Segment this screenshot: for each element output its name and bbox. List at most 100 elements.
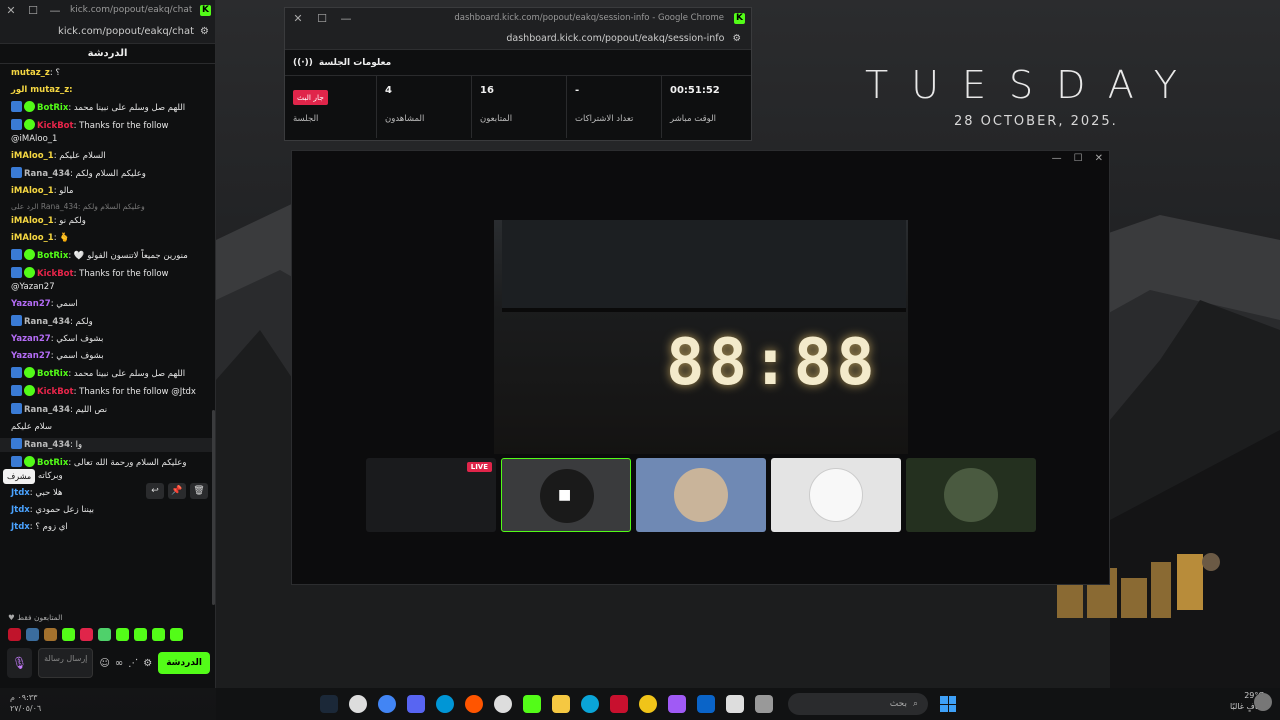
chat-input[interactable]: إرسال رسالة — [38, 648, 94, 678]
verified-badge-icon[interactable] — [24, 456, 35, 467]
emote-icon[interactable] — [26, 628, 39, 641]
chat-username[interactable]: Rana_434 — [24, 169, 70, 179]
participant-tile[interactable] — [906, 458, 1036, 532]
moderator-badge-icon[interactable] — [11, 267, 22, 278]
chat-send-button[interactable]: الدردشة — [158, 652, 210, 674]
hp-icon[interactable] — [436, 695, 454, 713]
chat-username[interactable]: Jtdx — [11, 505, 30, 515]
chat-username[interactable]: iMAloo_1 — [11, 151, 54, 161]
windows-start-icon[interactable] — [940, 696, 956, 712]
infinity-icon[interactable]: ∞ — [115, 658, 123, 669]
chat-username[interactable]: iMAloo_1 — [11, 233, 54, 243]
maximize-icon[interactable]: ☐ — [26, 4, 40, 17]
minimize-icon[interactable]: — — [1052, 151, 1062, 167]
chat-message[interactable]: Yazan27: بشوف اسمي — [11, 350, 206, 363]
chat-message[interactable]: سلام عليكم — [11, 421, 206, 434]
chat-message[interactable]: iMAloo_1: السلام عليكم — [11, 150, 206, 163]
verified-badge-icon[interactable] — [24, 385, 35, 396]
chat-username[interactable]: BotRix — [37, 251, 68, 261]
emote-icon[interactable] — [8, 628, 21, 641]
taskbar-clock[interactable]: ٠٩:٣٣ م ٢٧/٠٥/٠٦ — [10, 692, 41, 714]
reply-icon[interactable]: ↩ — [146, 483, 164, 499]
moderator-badge-icon[interactable] — [11, 438, 22, 449]
moderator-badge-icon[interactable] — [11, 249, 22, 260]
store-icon[interactable] — [726, 695, 744, 713]
chat-username[interactable]: Rana_434 — [24, 317, 70, 327]
verified-badge-icon[interactable] — [24, 119, 35, 130]
close-icon[interactable]: ✕ — [1095, 151, 1103, 167]
maximize-icon[interactable]: ☐ — [315, 12, 329, 25]
verified-badge-icon[interactable] — [24, 101, 35, 112]
emote-icon[interactable] — [98, 628, 111, 641]
session-address-bar[interactable]: dashboard.kick.com/popout/eakq/session-i… — [285, 28, 751, 50]
outlook-icon[interactable] — [697, 695, 715, 713]
minimize-icon[interactable]: — — [48, 4, 62, 17]
microphone-icon[interactable]: 🎙 — [7, 648, 33, 678]
emote-icon[interactable] — [44, 628, 57, 641]
close-icon[interactable]: ✕ — [4, 4, 18, 17]
chat-username[interactable]: Yazan27 — [11, 351, 51, 361]
moderator-badge-icon[interactable] — [11, 101, 22, 112]
chat-username[interactable]: Yazan27 — [11, 334, 51, 344]
chat-message[interactable]: mutaz_z: ؟ — [11, 67, 206, 80]
taskbar-search[interactable]: بحث ⌕ — [788, 693, 928, 715]
edge-icon[interactable] — [581, 695, 599, 713]
chat-message[interactable]: BotRix: وعليكم السلام ورحمة الله تعالى و… — [11, 456, 206, 483]
chat-message[interactable]: BotRix: اللهم صل وسلم على نبينا محمد — [11, 367, 206, 381]
chat-message[interactable]: Jtdx: بيننا زعل حمودي — [11, 504, 206, 517]
emote-icon[interactable] — [134, 628, 147, 641]
chat-scrollbar[interactable] — [212, 410, 215, 605]
participant-tile-screen[interactable]: LIVE — [366, 458, 496, 532]
moderator-badge-icon[interactable] — [11, 315, 22, 326]
close-icon[interactable]: ✕ — [291, 12, 305, 25]
gear-icon[interactable]: ⚙ — [143, 658, 152, 669]
chat-message[interactable]: Rana_434: وا — [0, 438, 212, 452]
chat-address-bar[interactable]: kick.com/popout/eakq/chat ⚙ — [0, 20, 215, 44]
emote-icon[interactable] — [80, 628, 93, 641]
mcafee-icon[interactable] — [610, 695, 628, 713]
maximize-icon[interactable]: ☐ — [1074, 151, 1083, 167]
chat-username[interactable]: BotRix — [37, 369, 68, 379]
chat-message[interactable]: BotRix: اللهم صل وسلم على نبينا محمد — [11, 101, 206, 115]
chat-username[interactable]: Rana_434 — [24, 440, 70, 450]
minimize-icon[interactable]: — — [339, 12, 353, 25]
moderator-badge-icon[interactable] — [11, 119, 22, 130]
share-icon[interactable]: ⋰ — [128, 658, 138, 669]
site-settings-icon[interactable]: ⚙ — [200, 26, 209, 37]
chat-username[interactable]: KickBot — [37, 121, 74, 131]
copilot-icon[interactable] — [668, 695, 686, 713]
chat-message[interactable]: Yazan27: بشوف اسكي — [11, 333, 206, 346]
moderator-badge-icon[interactable] — [11, 367, 22, 378]
chrome-icon[interactable] — [378, 695, 396, 713]
chat-username[interactable]: Yazan27 — [11, 299, 51, 309]
delete-icon[interactable]: 🗑 — [190, 483, 208, 499]
participant-tile-camera[interactable]: ■ — [501, 458, 631, 532]
site-settings-icon[interactable]: ⚙ — [732, 33, 741, 44]
chat-username[interactable]: Jtdx — [11, 522, 30, 532]
verified-badge-icon[interactable] — [24, 267, 35, 278]
chat-username[interactable]: BotRix — [37, 103, 68, 113]
chat-message[interactable]: iMAloo_1: ولكم نو — [11, 215, 206, 228]
window-icon[interactable] — [755, 695, 773, 713]
chat-username[interactable]: Rana_434 — [24, 405, 70, 415]
chat-username[interactable]: الور mutaz_z: — [11, 85, 73, 95]
emote-icon[interactable] — [152, 628, 165, 641]
chat-username[interactable]: BotRix — [37, 458, 68, 468]
emoji-icon[interactable]: ☺ — [99, 658, 109, 669]
chat-username[interactable]: KickBot — [37, 269, 74, 279]
chat-message[interactable]: Jtdx: اي زوم ؟ — [11, 521, 206, 534]
chat-message[interactable]: الور mutaz_z: — [11, 84, 206, 97]
chat-message[interactable]: Rana_434: نص الليم — [11, 403, 206, 417]
moderator-badge-icon[interactable] — [11, 167, 22, 178]
moderator-badge-icon[interactable] — [11, 385, 22, 396]
settings-icon[interactable] — [494, 695, 512, 713]
chat-username[interactable]: iMAloo_1 — [11, 186, 54, 196]
chat-message[interactable]: KickBot: Thanks for the follow @Jtdx — [11, 385, 206, 399]
soundcloud-icon[interactable] — [465, 695, 483, 713]
discord-icon[interactable] — [407, 695, 425, 713]
chat-message[interactable]: Yazan27: اسمي — [11, 298, 206, 311]
chat-message[interactable]: KickBot: Thanks for the follow @iMAloo_1 — [11, 119, 206, 146]
obs-icon[interactable] — [349, 695, 367, 713]
chat-username[interactable]: KickBot — [37, 387, 74, 397]
moderator-badge-icon[interactable] — [11, 403, 22, 414]
